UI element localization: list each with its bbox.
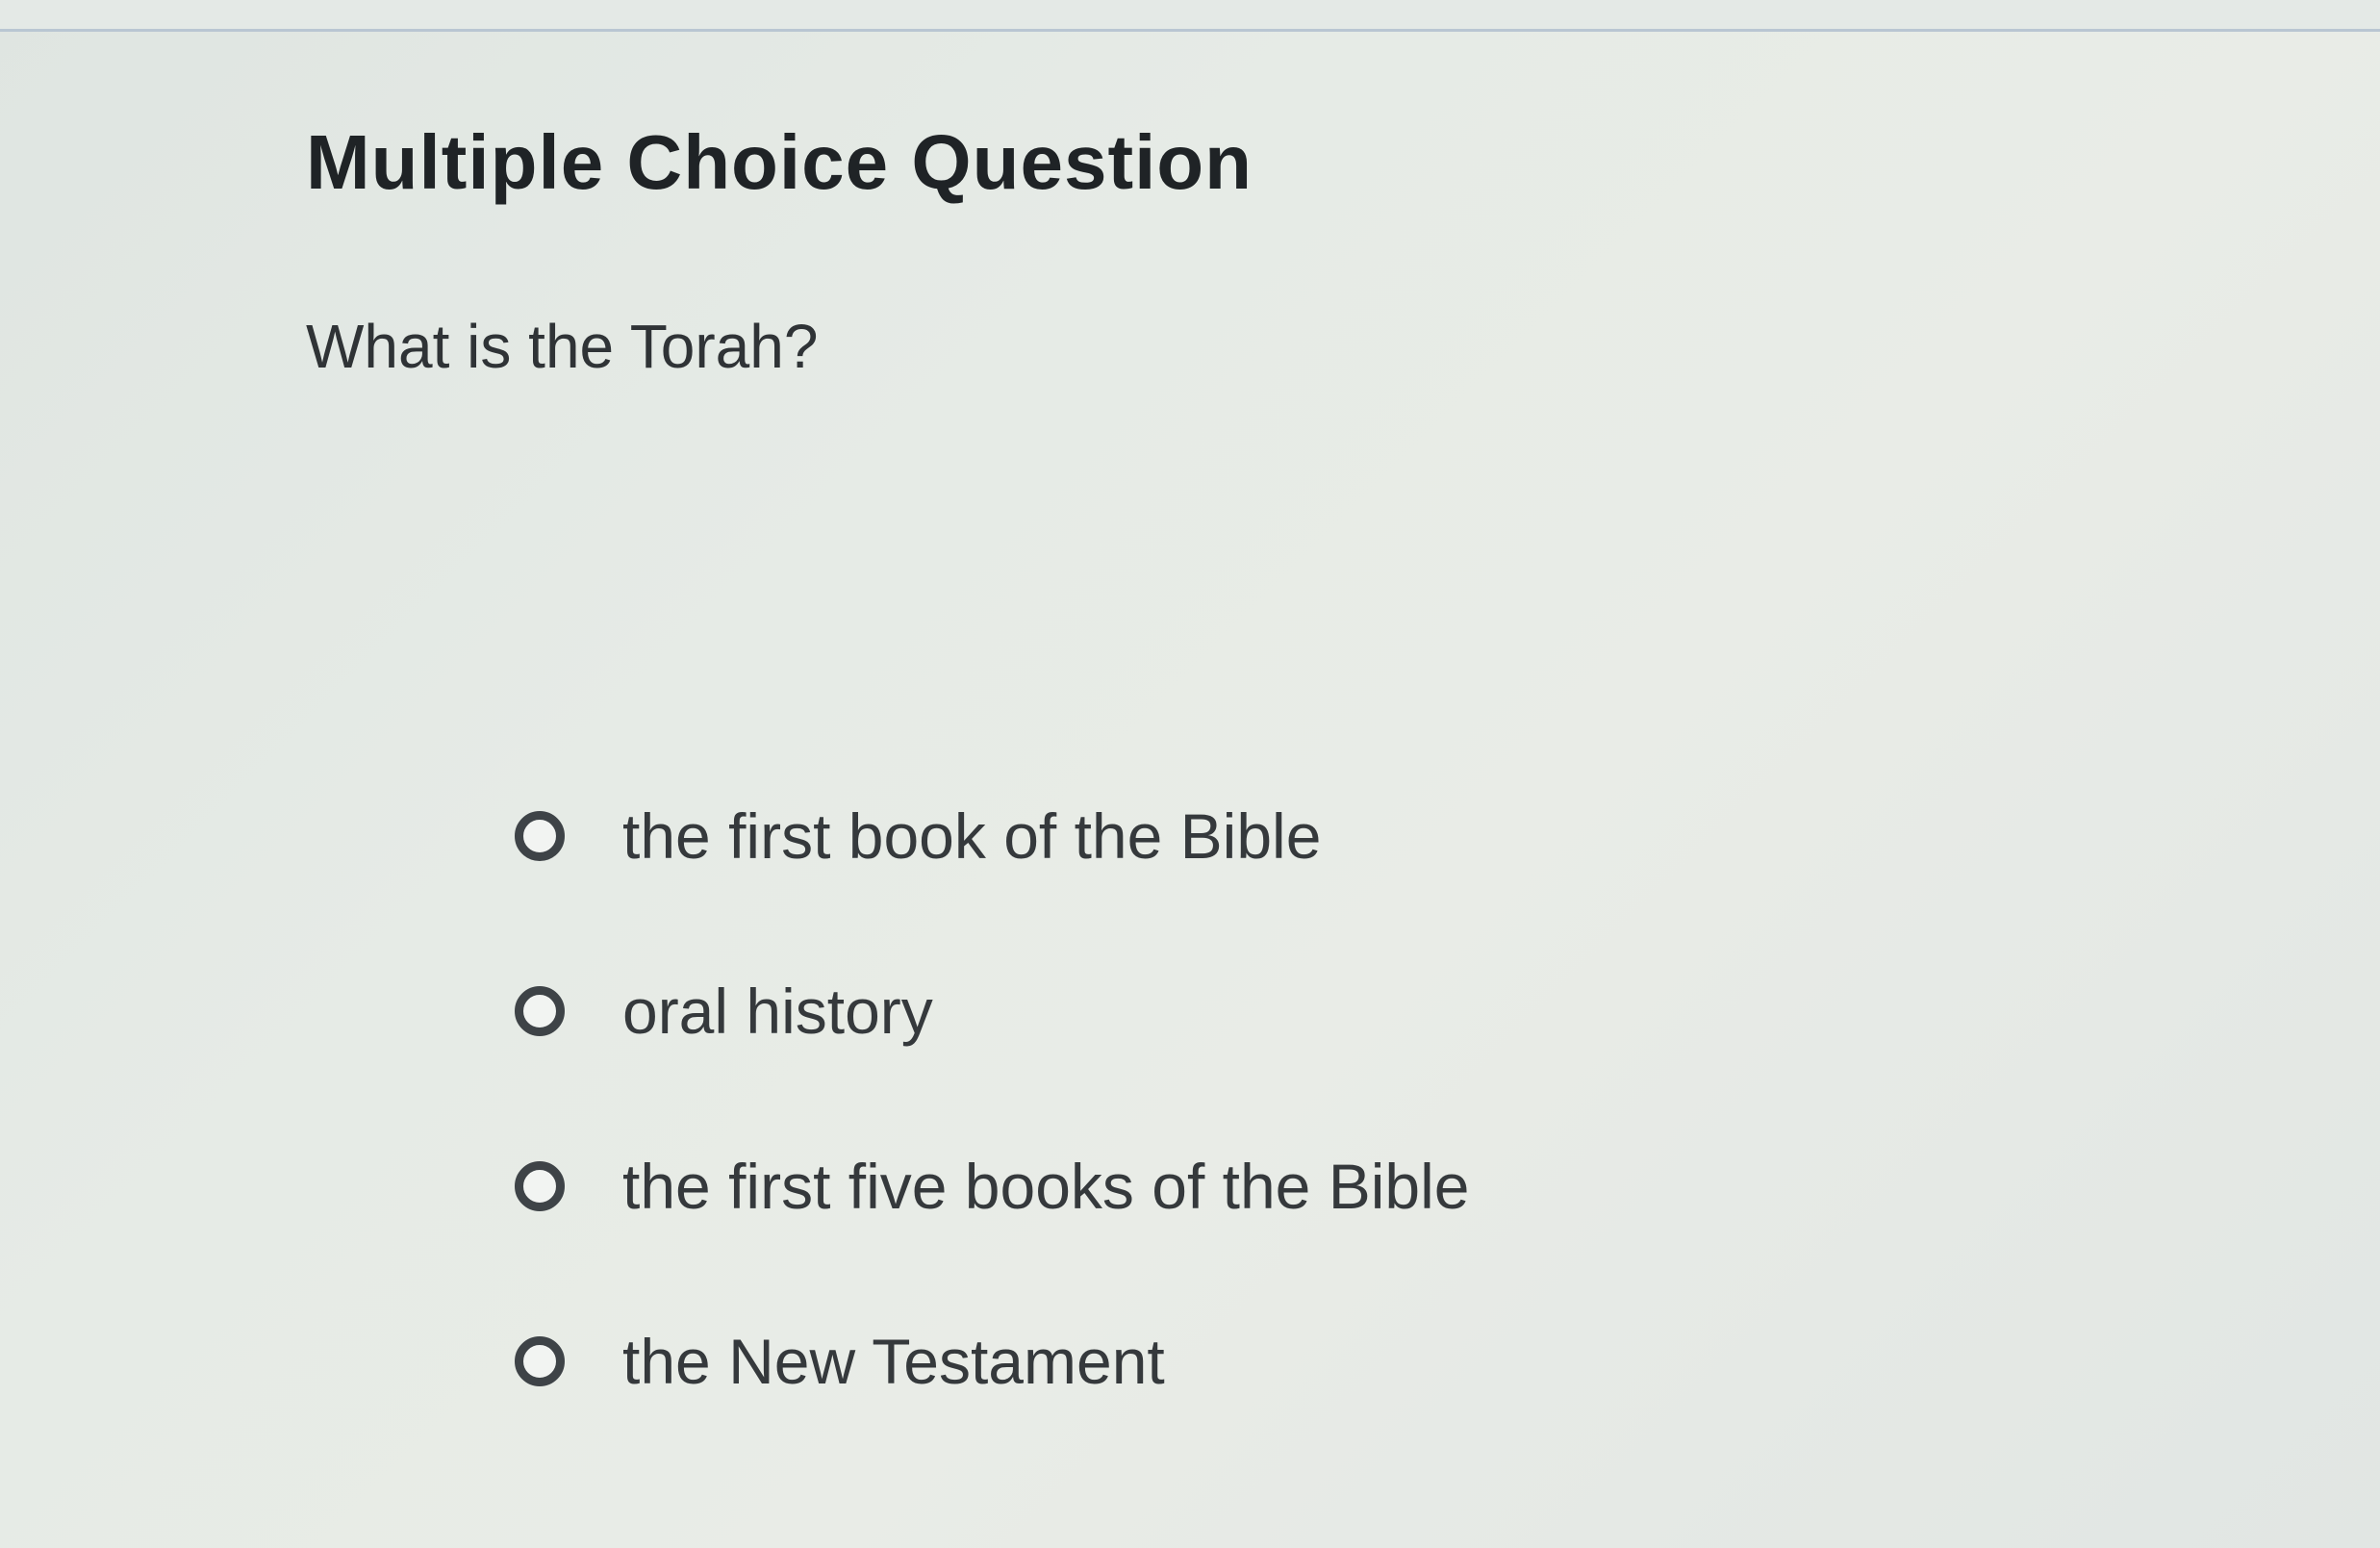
radio-button-icon[interactable] [515,1336,565,1386]
answer-option-label[interactable]: the first five books of the Bible [622,1150,1469,1223]
answer-option-label[interactable]: the first book of the Bible [622,799,1321,873]
answer-options: the first book of the Bible oral history… [515,749,1469,1449]
top-border [0,0,2380,32]
radio-button-icon[interactable] [515,811,565,861]
question-prompt: What is the Torah? [306,312,819,381]
answer-option-3[interactable]: the first five books of the Bible [515,1099,1469,1274]
answer-option-label[interactable]: oral history [622,975,933,1048]
answer-option-1[interactable]: the first book of the Bible [515,749,1469,924]
radio-button-icon[interactable] [515,986,565,1036]
question-panel: Multiple Choice Question What is the Tor… [0,32,2380,1548]
answer-option-4[interactable]: the New Testament [515,1274,1469,1449]
answer-option-2[interactable]: oral history [515,924,1469,1099]
radio-button-icon[interactable] [515,1161,565,1211]
question-heading: Multiple Choice Question [306,119,1253,205]
answer-option-label[interactable]: the New Testament [622,1325,1165,1398]
